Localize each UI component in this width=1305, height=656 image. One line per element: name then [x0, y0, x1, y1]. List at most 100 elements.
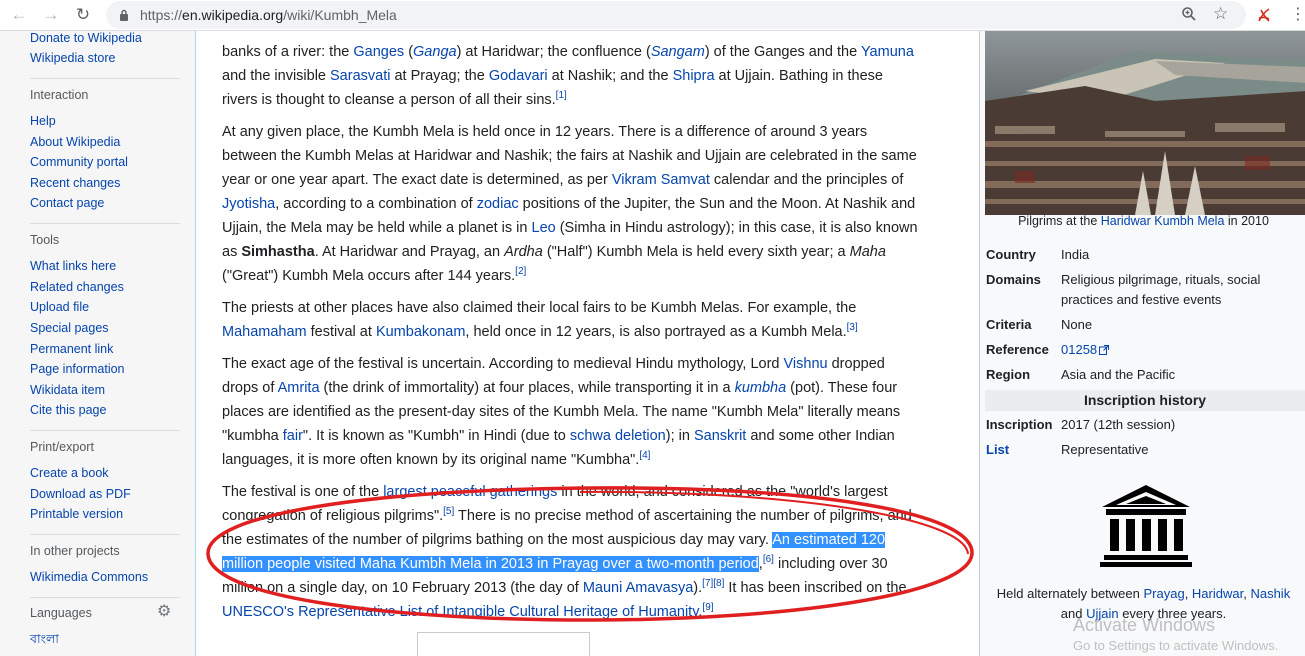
link-sangam[interactable]: Sangam — [651, 44, 705, 60]
back-arrow-icon[interactable]: ← — [8, 4, 30, 26]
zoom-icon[interactable] — [1181, 6, 1199, 24]
reference-link[interactable]: [5] — [443, 506, 454, 517]
link-shipra[interactable]: Shipra — [673, 68, 715, 84]
link-jyotisha[interactable]: Jyotisha — [222, 196, 275, 212]
link-largest-gatherings[interactable]: largest peaceful gatherings — [383, 484, 557, 500]
link-kumbha[interactable]: kumbha — [735, 380, 787, 396]
paragraph-age: The exact age of the festival is uncerta… — [222, 352, 962, 472]
selected-text[interactable]: An estimated 120 — [772, 532, 886, 548]
link-sarasvati[interactable]: Sarasvati — [330, 68, 390, 84]
sidebar-link-cite[interactable]: Cite this page — [30, 403, 106, 417]
paragraph-schedule: At any given place, the Kumbh Mela is he… — [222, 120, 962, 288]
text: at Prayag; the — [390, 68, 489, 84]
reference-link[interactable]: [2] — [515, 266, 526, 277]
infobox-label-reference: Reference — [986, 342, 1049, 357]
lock-icon — [118, 8, 130, 22]
link-mauni-amavasya[interactable]: Mauni Amavasya — [583, 580, 693, 596]
text: and the invisible — [222, 68, 331, 84]
pilgrims-photo[interactable] — [985, 31, 1305, 215]
link-reference[interactable]: 01258 — [1061, 342, 1097, 357]
text: , according to a combination of — [275, 196, 477, 212]
text: places are identified as the present-day… — [222, 404, 901, 420]
reference-link[interactable]: [4] — [639, 450, 650, 461]
sidebar-link-what-links-here[interactable]: What links here — [30, 259, 116, 273]
sidebar-link-special-pages[interactable]: Special pages — [30, 321, 109, 335]
paragraph-rivers: banks of a river: the Ganges (Ganga) at … — [222, 40, 962, 112]
caption-text: Pilgrims at the — [1018, 214, 1101, 228]
link-yamuna[interactable]: Yamuna — [861, 44, 914, 60]
sidebar-link-page-info[interactable]: Page information — [30, 362, 125, 376]
sidebar-link-download-pdf[interactable]: Download as PDF — [30, 487, 131, 501]
text: ) of the Ganges and the — [704, 44, 861, 60]
infobox-value-list: Representative — [1061, 442, 1149, 457]
infobox-value-country[interactable]: India — [1061, 245, 1301, 265]
link-ganga[interactable]: Ganga — [413, 44, 457, 60]
sidebar-link-wikidata[interactable]: Wikidata item — [30, 383, 105, 397]
link-vishnu[interactable]: Vishnu — [784, 356, 828, 372]
gear-icon[interactable]: ⚙ — [157, 604, 173, 620]
link-schwa-deletion[interactable]: schwa deletion — [570, 428, 666, 444]
text: ("Half") Kumbh Mela is held every sixth … — [542, 244, 850, 260]
reload-icon[interactable]: ↻ — [72, 4, 94, 26]
link-fair[interactable]: fair — [283, 428, 303, 444]
text: positions of the Jupiter, the Sun and th… — [518, 196, 916, 212]
link-unesco-list[interactable]: UNESCO's Representative List of Intangib… — [222, 604, 698, 620]
link-vikram-samvat[interactable]: Vikram Samvat — [612, 172, 710, 188]
sidebar-link-language-bangla[interactable]: বাংলা — [30, 631, 59, 651]
infobox-label-list[interactable]: List — [986, 442, 1009, 457]
reference-link[interactable]: [1] — [556, 90, 567, 101]
unesco-temple-icon[interactable] — [1100, 483, 1192, 567]
sidebar-link-create-book[interactable]: Create a book — [30, 466, 109, 480]
text: (pot). These four — [786, 380, 898, 396]
text: ); in — [665, 428, 694, 444]
text-ardha: Ardha — [504, 244, 543, 260]
reference-link[interactable]: [7][8] — [702, 578, 724, 589]
link-amrita[interactable]: Amrita — [278, 380, 320, 396]
infobox-label-region: Region — [986, 367, 1031, 382]
address-bar[interactable]: https://en.wikipedia.org/wiki/Kumbh_Mela — [106, 1, 1246, 29]
link-mahamaham[interactable]: Mahamaham — [222, 324, 307, 340]
paragraph-gatherings: The festival is one of the largest peace… — [222, 480, 962, 624]
reference-link[interactable]: [9] — [702, 602, 713, 613]
infobox-value-region[interactable]: Asia and the Pacific — [1061, 365, 1301, 385]
photo-caption: Pilgrims at the Haridwar Kumbh Mela in 2… — [980, 214, 1305, 228]
link-kumbakonam[interactable]: Kumbakonam — [376, 324, 465, 340]
link-zodiac[interactable]: zodiac — [477, 196, 519, 212]
link-haridwar-kumbh-mela[interactable]: Haridwar Kumbh Mela — [1101, 214, 1225, 228]
sidebar-link-donate[interactable]: Donate to Wikipedia — [30, 31, 142, 45]
selected-text[interactable]: million people visited Maha Kumbh Mela i… — [222, 556, 759, 572]
sidebar-link-related-changes[interactable]: Related changes — [30, 280, 124, 294]
link-prayag[interactable]: Prayag — [1143, 586, 1184, 601]
pdf-extension-icon[interactable] — [1256, 5, 1272, 25]
infobox-value-reference[interactable]: 01258 — [1061, 340, 1301, 361]
inscription-history-heading: Inscription history — [985, 390, 1305, 411]
sidebar-link-printable[interactable]: Printable version — [30, 507, 123, 521]
link-ganges[interactable]: Ganges — [353, 44, 404, 60]
text: ). — [693, 580, 703, 596]
forward-arrow-icon[interactable]: → — [40, 4, 62, 26]
browser-menu-icon[interactable]: ⋮ — [1290, 4, 1305, 26]
sidebar-link-community[interactable]: Community portal — [30, 155, 128, 169]
infobox-label-domains: Domains — [986, 272, 1041, 287]
sidebar-link-contact[interactable]: Contact page — [30, 196, 104, 210]
link-nashik[interactable]: Nashik — [1250, 586, 1290, 601]
bookmark-star-icon[interactable]: ☆ — [1213, 4, 1233, 24]
sidebar-link-commons[interactable]: Wikimedia Commons — [30, 570, 148, 584]
reference-link[interactable]: [3] — [847, 322, 858, 333]
sidebar-link-permanent[interactable]: Permanent link — [30, 342, 113, 356]
link-sanskrit[interactable]: Sanskrit — [694, 428, 746, 444]
sidebar-link-about[interactable]: About Wikipedia — [30, 135, 120, 149]
sidebar-divider — [30, 430, 180, 431]
sidebar-link-recent-changes[interactable]: Recent changes — [30, 176, 120, 190]
link-godavari[interactable]: Godavari — [489, 68, 548, 84]
external-link-icon — [1099, 341, 1110, 361]
sidebar-link-store[interactable]: Wikipedia store — [30, 51, 115, 65]
sidebar-link-upload[interactable]: Upload file — [30, 300, 89, 314]
link-leo[interactable]: Leo — [532, 220, 556, 236]
text: between the Kumbh Melas at Haridwar and … — [222, 148, 917, 164]
sidebar-divider — [30, 78, 180, 79]
sidebar-link-help[interactable]: Help — [30, 114, 56, 128]
link-haridwar[interactable]: Haridwar — [1192, 586, 1243, 601]
reference-link[interactable]: [6] — [763, 554, 774, 565]
sidebar-heading-tools: Tools — [30, 233, 60, 247]
